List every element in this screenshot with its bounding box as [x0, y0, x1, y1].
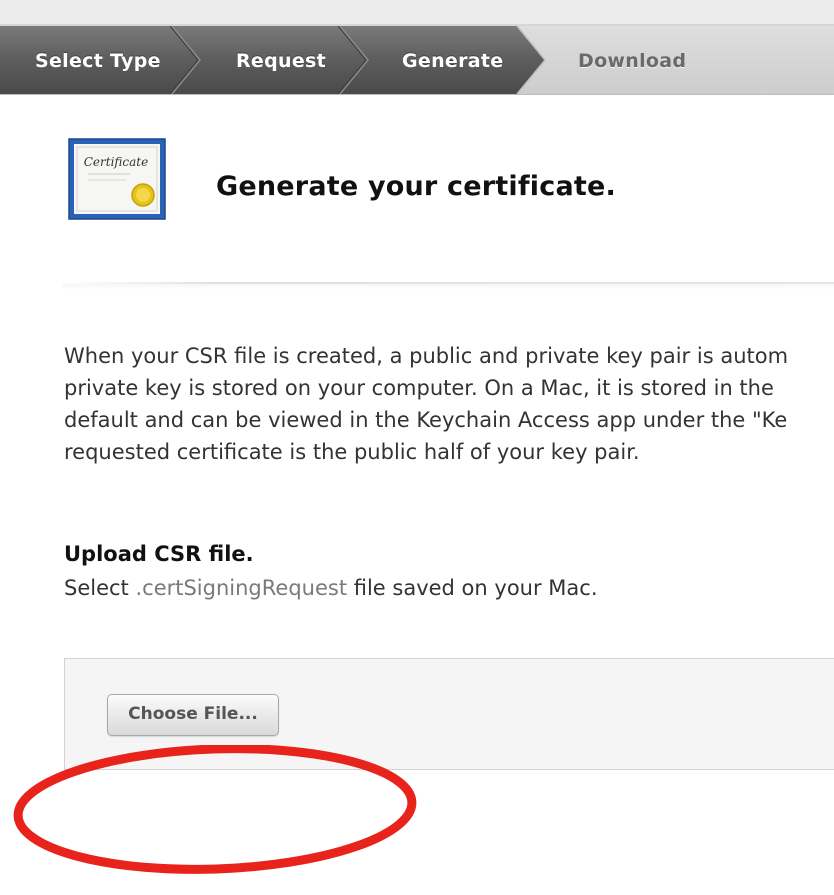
file-extension: .certSigningRequest	[135, 576, 348, 600]
description-line: requested certificate is the public half…	[64, 440, 640, 464]
certificate-icon-text: Certificate	[84, 155, 148, 169]
window-top-strip	[0, 0, 834, 26]
upload-instructions-suffix: file saved on your Mac.	[347, 576, 598, 600]
upload-instructions-prefix: Select	[64, 576, 136, 600]
step-generate[interactable]: Generate	[402, 26, 503, 94]
csr-description: When your CSR file is created, a public …	[64, 340, 834, 468]
choose-file-button[interactable]: Choose File...	[107, 694, 279, 736]
description-line: private key is stored on your computer. …	[64, 376, 774, 400]
main-content: Certificate Generate your certificate. W…	[0, 95, 834, 874]
upload-instructions: Select .certSigningRequest file saved on…	[64, 576, 598, 600]
upload-heading: Upload CSR file.	[64, 542, 254, 566]
page-title: Generate your certificate.	[216, 171, 616, 202]
step-select-type[interactable]: Select Type	[35, 26, 161, 94]
description-line: When your CSR file is created, a public …	[64, 344, 789, 368]
progress-steps: Select Type Request Generate Download	[0, 26, 834, 95]
certificate-icon: Certificate	[68, 138, 166, 220]
step-download: Download	[578, 50, 687, 72]
section-divider-shadow	[62, 284, 834, 290]
description-line: default and can be viewed in the Keychai…	[64, 408, 788, 432]
step-request[interactable]: Request	[236, 26, 326, 94]
